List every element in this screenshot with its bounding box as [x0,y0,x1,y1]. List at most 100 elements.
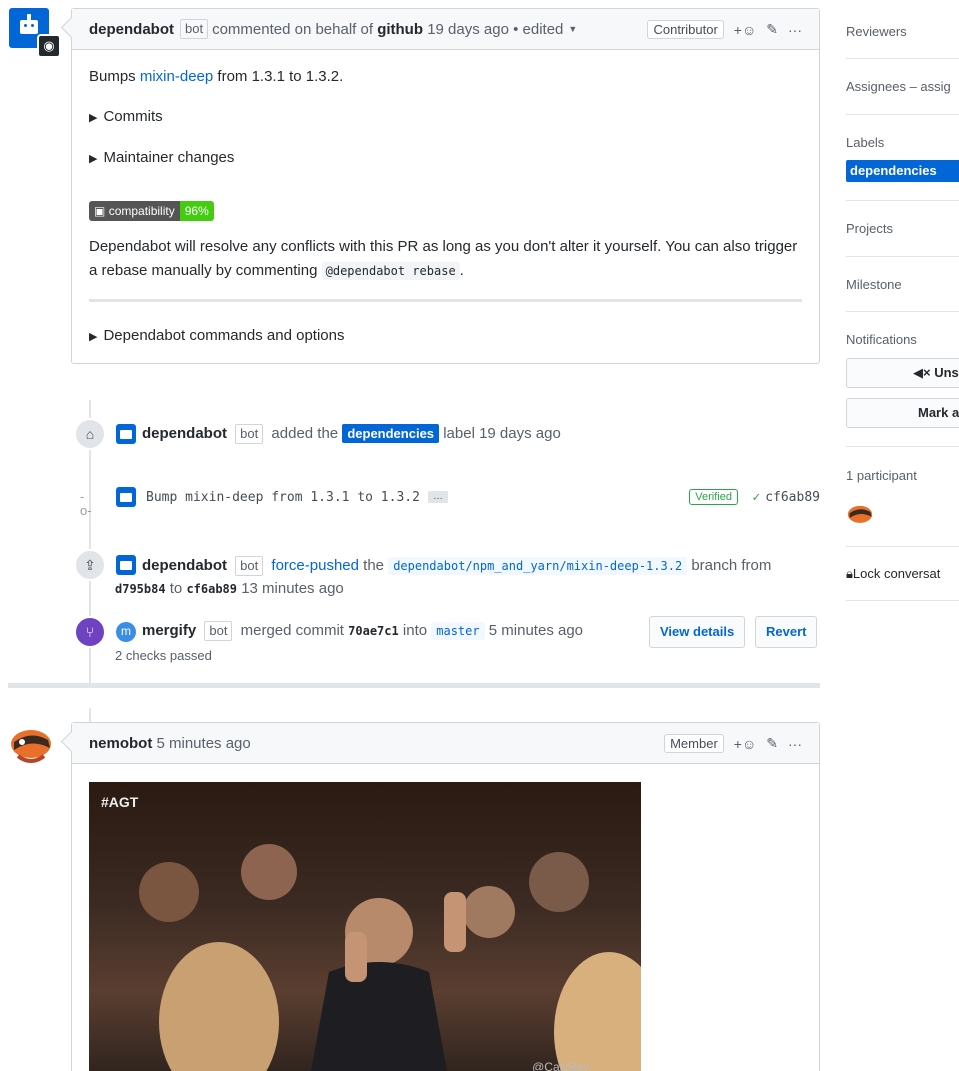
participants-heading: 1 participant [846,468,917,483]
chevron-down-icon[interactable]: ▼ [568,24,577,34]
force-push-event: ⇪ dependabot bot force-pushed the depend… [74,549,820,581]
event-author[interactable]: mergify [142,622,196,639]
merge-sha[interactable]: 70ae7c1 [348,624,399,638]
reviewers-heading[interactable]: Reviewers [846,24,959,39]
dependabot-mini-avatar[interactable] [116,555,136,575]
add-reaction-icon[interactable]: +☺ [734,736,756,752]
dependencies-label[interactable]: dependencies [342,424,440,443]
dependabot-icon: ▣ [94,204,106,218]
assignees-heading[interactable]: Assignees – assig [846,79,951,94]
nemobot-avatar[interactable] [8,722,54,768]
comment-author[interactable]: dependabot [89,21,174,38]
text: from 1.3.1 to 1.3.2. [213,68,344,85]
package-link[interactable]: mixin-deep [140,68,213,85]
text: branch from [691,557,772,574]
text: label 19 days ago [443,425,561,442]
add-reaction-icon[interactable]: +☺ [734,22,756,38]
commits-details[interactable]: ▶ Commits [89,105,802,130]
labels-heading[interactable]: Labels [846,135,884,150]
tag-icon: ⌂ [74,418,106,450]
merge-event: ⑂ mergify bot merged commit 70ae7c1 into… [74,616,583,648]
text: Bumps [89,68,140,85]
comment-author[interactable]: nemobot [89,735,152,752]
dependabot-mini-avatar[interactable] [116,487,136,507]
dependabot-mini-avatar[interactable] [116,424,136,444]
comment-body: Bumps mixin-deep from 1.3.1 to 1.3.2. ▶ C… [72,50,819,349]
commits-summary[interactable]: Commits [103,108,162,125]
repo-push-icon: ⇪ [74,549,106,581]
compat-label: compatibility [108,204,175,218]
revert-button[interactable]: Revert [755,616,818,648]
text: . [459,262,464,279]
comment-header: dependabot bot commented on behalf of gi… [72,9,819,50]
base-branch[interactable]: master [431,622,485,640]
member-badge: Member [664,734,724,753]
to-sha[interactable]: cf6ab89 [186,582,237,596]
comment-header: nemobot 5 minutes ago Member +☺ ✎ ··· [72,723,819,764]
divider [89,299,802,302]
force-pushed-link[interactable]: force-pushed [271,557,359,574]
timeline-divider [8,683,820,688]
more-options-icon[interactable]: ··· [788,22,802,38]
pencil-icon[interactable]: ✎ [766,21,778,38]
event-time[interactable]: 5 minutes ago [489,622,583,639]
gif-watermark: #AGT [101,794,139,810]
comment-dependabot: dependabot bot commented on behalf of gi… [71,8,820,364]
event-author[interactable]: dependabot [142,557,227,574]
mergify-avatar[interactable] [116,622,136,642]
notifications-heading: Notifications [846,332,917,347]
commit-sha[interactable]: cf6ab89 [765,490,820,505]
triangle-right-icon: ▶ [89,331,98,343]
mark-as-read-button[interactable]: Mark a [846,398,959,428]
verified-badge[interactable]: Verified [689,489,738,505]
view-details-button[interactable]: View details [649,616,746,648]
checks-status[interactable]: 2 checks passed [115,648,212,663]
text: added the [271,425,339,442]
commands-details[interactable]: ▶ Dependabot commands and options [89,324,802,349]
check-icon: ✓ [752,489,761,505]
milestone-heading[interactable]: Milestone [846,277,902,292]
maintainer-details[interactable]: ▶ Maintainer changes [89,146,802,171]
expand-commit-button[interactable]: … [427,491,448,503]
comment-time[interactable]: 19 days ago [427,21,509,38]
bot-badge: bot [180,19,209,39]
pencil-icon[interactable]: ✎ [766,735,778,752]
comment-nemobot: nemobot 5 minutes ago Member +☺ ✎ ··· #A… [71,722,820,1071]
lock-label: Lock conversat [852,566,941,581]
compat-value: 96% [179,201,214,221]
compatibility-badge[interactable]: ▣ compatibility 96% [89,201,214,221]
dependencies-label[interactable]: dependencies [846,160,959,182]
bot-badge: bot [204,621,233,641]
triangle-right-icon: ▶ [89,112,98,124]
from-sha[interactable]: d795b84 [115,582,166,596]
bot-badge: bot [235,556,264,576]
lock-conversation-link[interactable]: 🔒︎Lock conversat [846,566,940,582]
participant-avatar[interactable] [846,501,874,529]
commit-message[interactable]: Bump mixin-deep from 1.3.1 to 1.3.2 [146,490,420,505]
event-time[interactable]: 13 minutes ago [241,580,344,597]
projects-heading[interactable]: Projects [846,221,893,236]
text: the [363,557,385,574]
text: into [402,622,428,639]
resolve-paragraph: Dependabot will resolve any conflicts wi… [89,235,802,283]
unsubscribe-button[interactable]: ◀× Uns [846,358,959,388]
triangle-right-icon: ▶ [89,153,98,165]
git-merge-icon: ⑂ [74,616,106,648]
more-options-icon[interactable]: ··· [788,736,802,752]
commit-row: -o- Bump mixin-deep from 1.3.1 to 1.3.2 … [80,483,820,518]
comment-time[interactable]: 5 minutes ago [157,735,251,752]
github-icon: ◉ [37,34,61,58]
event-author[interactable]: dependabot [142,425,227,442]
edited-dropdown[interactable]: • edited [513,21,563,38]
lock-icon: 🔒︎ [846,566,853,581]
maintainer-summary[interactable]: Maintainer changes [103,149,234,166]
branch-name[interactable]: dependabot/npm_and_yarn/mixin-deep-1.3.2 [388,557,688,575]
gif-credit: @CalyBev [532,1060,589,1071]
bumps-line: Bumps mixin-deep from 1.3.1 to 1.3.2. [89,65,802,89]
org-link[interactable]: github [377,21,423,38]
comment-meta: commented on behalf of [212,20,374,38]
commands-summary[interactable]: Dependabot commands and options [103,327,344,344]
contributor-badge: Contributor [647,20,724,39]
thumbs-up-gif[interactable]: #AGT @CalyBev [89,782,641,1071]
bot-badge: bot [235,424,264,444]
